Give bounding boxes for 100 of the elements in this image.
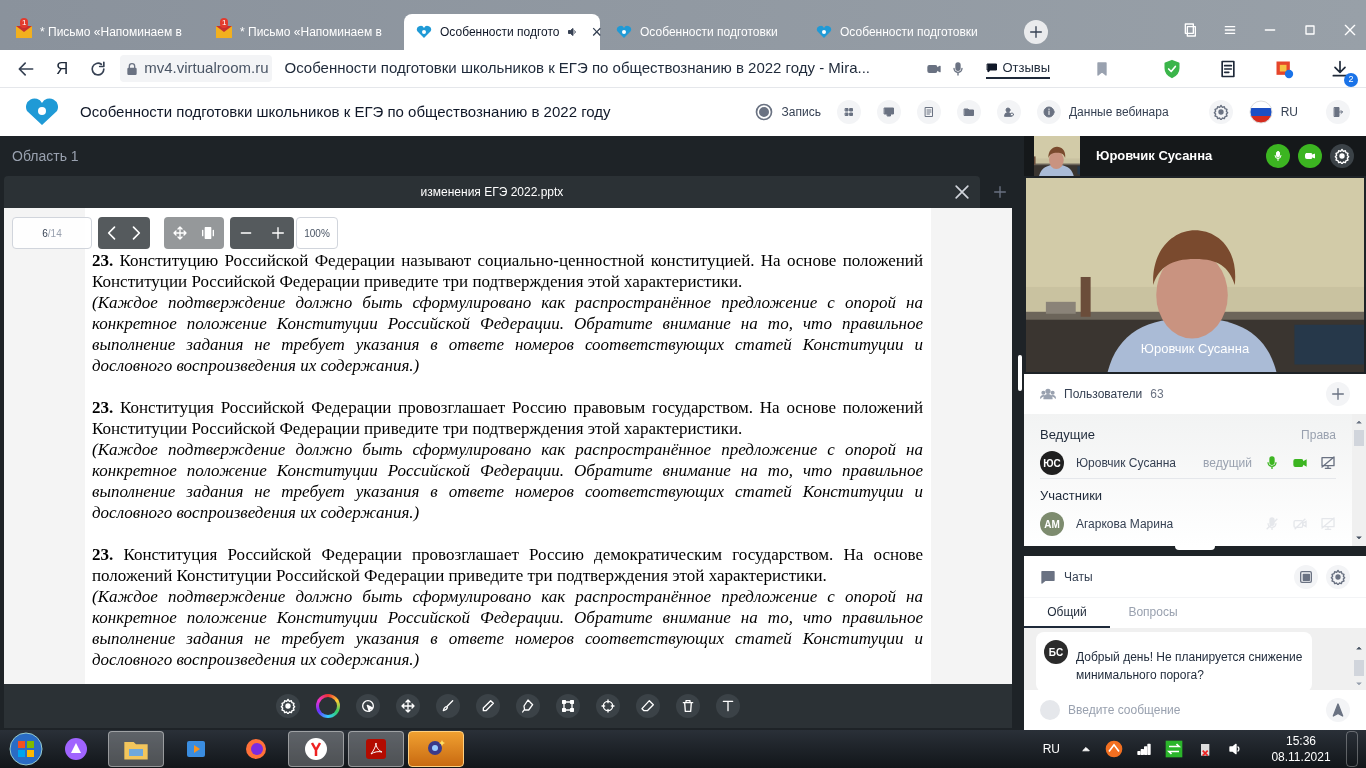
resize-handle[interactable] bbox=[1175, 546, 1215, 550]
user-settings-icon bbox=[1002, 106, 1015, 118]
flag-icon[interactable] bbox=[1248, 100, 1273, 124]
ellipse-button[interactable] bbox=[596, 694, 620, 718]
fit-width-icon[interactable] bbox=[200, 225, 216, 241]
pencil-button[interactable] bbox=[476, 694, 500, 718]
scrollbar-thumb[interactable] bbox=[1354, 660, 1364, 676]
heart-logo-icon bbox=[616, 24, 632, 40]
send-button[interactable] bbox=[1326, 698, 1350, 722]
delete-button[interactable] bbox=[676, 694, 700, 718]
envelope-icon bbox=[16, 26, 32, 38]
browser-tab[interactable]: Особенности подгото × bbox=[404, 14, 600, 50]
eraser-button[interactable] bbox=[636, 694, 660, 718]
layout-button[interactable] bbox=[836, 100, 861, 124]
chat-icon bbox=[1040, 568, 1056, 585]
show-desktop-button[interactable] bbox=[1346, 731, 1358, 767]
zoom-field[interactable]: 100% bbox=[296, 217, 338, 249]
scrollbar-thumb[interactable] bbox=[1354, 430, 1364, 446]
reviews-button[interactable]: Отзывы bbox=[986, 57, 1050, 80]
page-field[interactable]: 6/14 bbox=[12, 217, 92, 249]
area-label: Область 1 bbox=[12, 146, 79, 166]
tabs-icon[interactable] bbox=[1182, 22, 1198, 38]
settings-icon bbox=[1212, 104, 1229, 120]
user-name[interactable]: Юровчик Сусанна bbox=[1076, 454, 1192, 472]
keyboard-language[interactable]: RU bbox=[1042, 740, 1060, 758]
pen-button[interactable] bbox=[516, 694, 540, 718]
move-button[interactable] bbox=[396, 694, 420, 718]
microphone-icon bbox=[1272, 150, 1284, 162]
tray-app-icon[interactable] bbox=[1104, 739, 1124, 759]
chat-settings-button[interactable] bbox=[1326, 564, 1350, 589]
user-settings-button[interactable] bbox=[996, 100, 1021, 124]
pointer-button[interactable] bbox=[356, 694, 380, 718]
bookmark-icon[interactable] bbox=[1094, 60, 1110, 77]
move-icon[interactable] bbox=[172, 225, 188, 241]
yandex-button[interactable]: Я bbox=[56, 55, 69, 82]
brush-button[interactable] bbox=[436, 694, 460, 718]
start-button[interactable] bbox=[8, 731, 44, 767]
downloads-badge: 2 bbox=[1344, 72, 1358, 87]
record-icon[interactable] bbox=[753, 102, 774, 122]
user-name[interactable]: Агаркова Марина bbox=[1076, 515, 1252, 533]
pointer-icon bbox=[360, 698, 376, 714]
color-picker-button[interactable] bbox=[316, 694, 340, 718]
microphone-icon[interactable] bbox=[1264, 455, 1280, 471]
browser-tab[interactable]: 1 * Письмо «Напоминаем в bbox=[4, 14, 200, 50]
record-label[interactable]: Запись bbox=[781, 103, 821, 121]
yandex-browser-taskbar-icon[interactable] bbox=[288, 731, 344, 767]
settings-icon bbox=[280, 698, 296, 714]
rectangle-button[interactable] bbox=[556, 694, 580, 718]
task-note: (Каждое подтверждение должно быть сформулировано как распространённое предложение с опорой на конкретное положение Конституции Российской Федерации. Обратите внимание на то, что правильное выполнение задания не требует указания в ответе номеров соответствующих статей Конституции и дословного воспроизведения их содержания.) bbox=[92, 439, 923, 523]
add-user-button[interactable] bbox=[1326, 382, 1350, 406]
popout-icon bbox=[1298, 568, 1314, 585]
send-icon bbox=[1330, 702, 1346, 718]
scroll-up-icon[interactable] bbox=[1355, 644, 1363, 652]
info-button[interactable] bbox=[1036, 100, 1061, 124]
microphone-button[interactable] bbox=[1266, 144, 1290, 168]
message-field[interactable]: Введите сообщение bbox=[1068, 701, 1318, 719]
network-signal-icon[interactable] bbox=[1136, 741, 1152, 757]
screen-share-button[interactable] bbox=[876, 100, 901, 124]
scroll-down-icon[interactable] bbox=[1355, 534, 1363, 542]
scroll-up-icon[interactable] bbox=[1355, 418, 1363, 426]
popout-button[interactable] bbox=[1294, 564, 1318, 589]
url-field[interactable]: mv4.virtualroom.ru bbox=[120, 55, 273, 82]
info-icon bbox=[1042, 106, 1055, 118]
screen-share-icon[interactable] bbox=[1320, 455, 1336, 471]
clock-time: 15:36 bbox=[1286, 733, 1316, 749]
settings-button[interactable] bbox=[1330, 144, 1354, 168]
tray-app-icon[interactable] bbox=[1164, 739, 1184, 759]
camera-button[interactable] bbox=[1298, 144, 1322, 168]
scrollbar[interactable] bbox=[1352, 414, 1366, 546]
pen-icon bbox=[520, 698, 536, 714]
heart-logo-icon bbox=[24, 98, 60, 126]
exit-button[interactable] bbox=[1326, 100, 1350, 124]
presenter-name: Юровчик Сусанна bbox=[1096, 147, 1213, 166]
files-button[interactable] bbox=[956, 100, 981, 124]
close-tab-button[interactable]: × bbox=[591, 23, 602, 41]
webinar-info-label[interactable]: Данные вебинара bbox=[1068, 103, 1169, 121]
browser-tab[interactable]: 1 * Письмо «Напоминаем в bbox=[204, 14, 400, 50]
message-text: Добрый день! Не планируется снижение минимального порога? bbox=[1076, 649, 1304, 684]
user-avatar: БС bbox=[1044, 640, 1068, 664]
folder-taskbar-icon[interactable] bbox=[108, 731, 164, 767]
task-note: (Каждое подтверждение должно быть сформулировано как распространённое предложение с опорой на конкретное положение Конституции Российской Федерации. Обратите внимание на то, что правильное выполнение задания не требует указания в ответе номеров соответствующих статей Конституции и дословного воспроизведения их содержания.) bbox=[92, 292, 923, 376]
shield-icon[interactable] bbox=[1162, 58, 1182, 79]
new-tab-button[interactable] bbox=[1024, 20, 1048, 44]
settings-icon bbox=[1334, 148, 1350, 164]
close-icon[interactable] bbox=[952, 182, 972, 202]
extension-icon[interactable] bbox=[1218, 58, 1238, 79]
ellipse-icon bbox=[600, 698, 616, 714]
tab-badge: 1 bbox=[20, 18, 29, 28]
settings-button[interactable] bbox=[276, 694, 300, 718]
resize-handle[interactable] bbox=[1018, 355, 1022, 391]
text-icon bbox=[720, 698, 736, 714]
add-area-icon[interactable] bbox=[992, 184, 1008, 200]
zoom-in-icon[interactable] bbox=[270, 225, 286, 241]
text-button[interactable] bbox=[716, 694, 740, 718]
document-button[interactable] bbox=[916, 100, 941, 124]
webcam-taskbar-icon[interactable] bbox=[408, 731, 464, 767]
language-label[interactable]: RU bbox=[1280, 103, 1298, 121]
tab-badge: 1 bbox=[220, 18, 229, 28]
task-paragraph: 23. Конституция Российской Федерации провозглашает Россию правовым государством. На основе положений Конституции Российской Федерации приведите три подтверждения этой характеристики. bbox=[92, 397, 923, 439]
speech-bubble-icon bbox=[986, 61, 999, 74]
